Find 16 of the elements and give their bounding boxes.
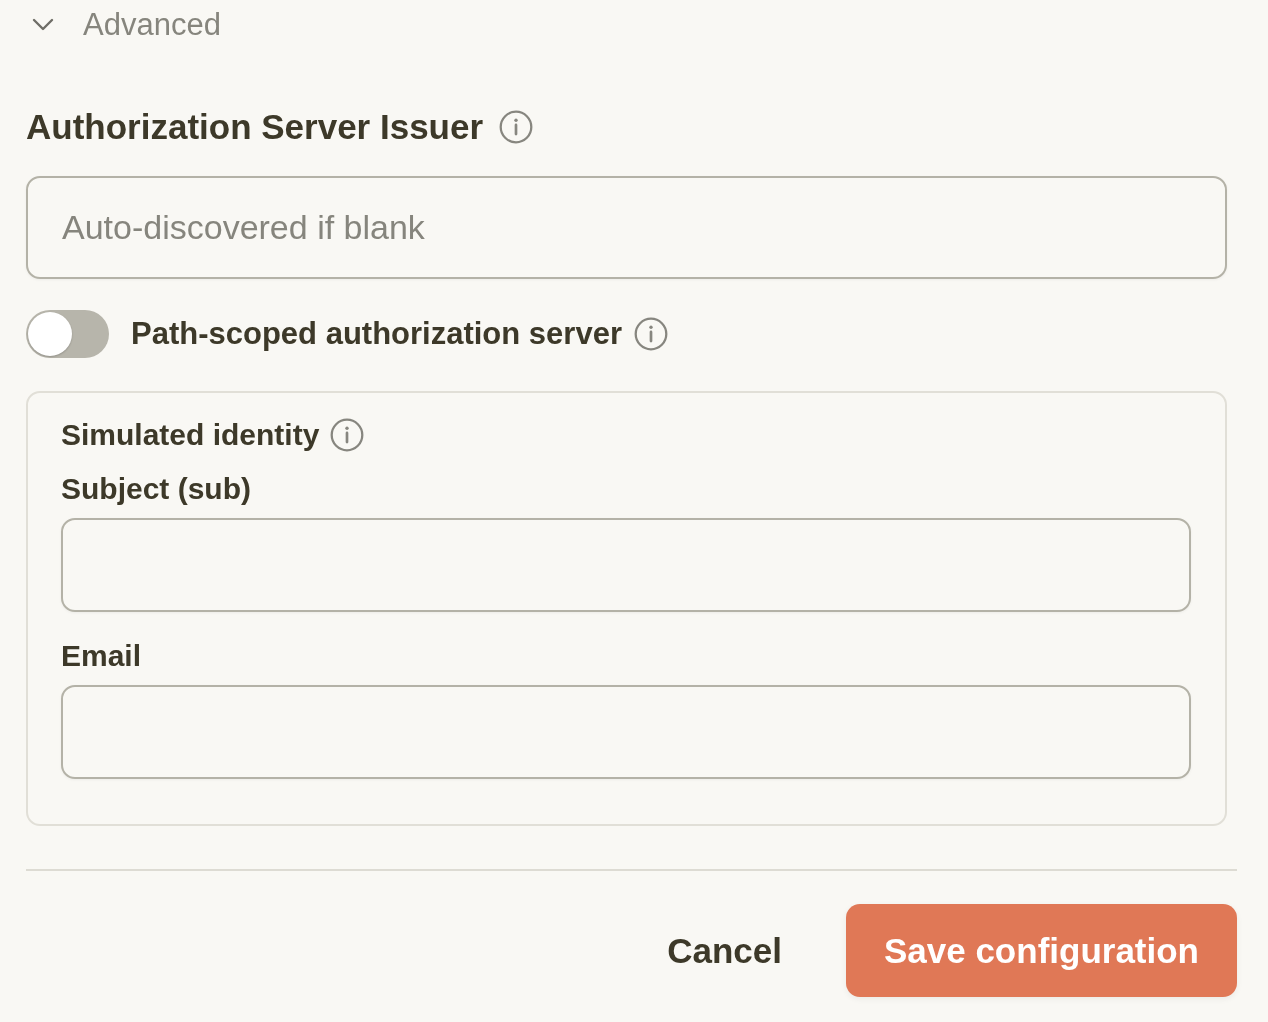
text-input[interactable] bbox=[61, 685, 1191, 779]
info-icon[interactable] bbox=[330, 418, 365, 452]
toggle-switch[interactable] bbox=[26, 310, 109, 358]
issuer-input[interactable]: Auto-discovered if blank bbox=[26, 176, 1227, 279]
info-icon[interactable] bbox=[633, 317, 668, 351]
chevron-icon bbox=[32, 18, 54, 32]
cancel-button[interactable]: Cancel bbox=[633, 904, 816, 997]
advanced-toggle[interactable]: Advanced bbox=[26, 6, 221, 44]
toggle-label: Path-scoped authorization server bbox=[131, 315, 622, 353]
text-input[interactable] bbox=[61, 518, 1191, 612]
field-label: Authorization Server Issuer bbox=[26, 106, 484, 148]
save-button[interactable]: Save configuration bbox=[845, 904, 1237, 997]
field-label: Email bbox=[61, 638, 143, 674]
field-label: Subject (sub) bbox=[61, 471, 252, 507]
info-icon[interactable] bbox=[499, 110, 534, 144]
card-title: Simulated identity bbox=[61, 417, 320, 453]
